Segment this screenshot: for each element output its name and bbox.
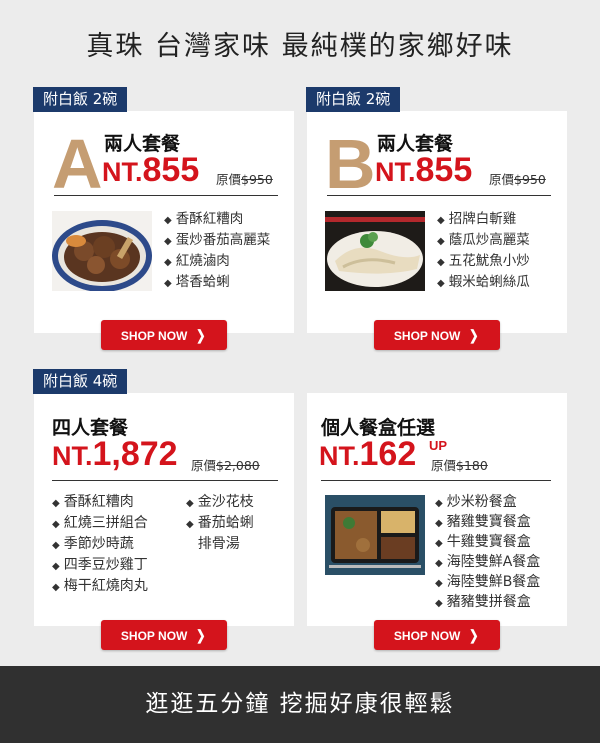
chevron-right-icon: ❯ xyxy=(196,627,206,643)
dish-photo-bento-box xyxy=(325,495,425,575)
divider xyxy=(52,480,278,481)
set-price: NT.162 xyxy=(319,435,416,474)
original-price-label: 原價 xyxy=(216,172,242,187)
chevron-right-icon: ❯ xyxy=(469,327,479,343)
button-label: SHOP NOW xyxy=(120,329,188,343)
price-value: 855 xyxy=(142,151,200,189)
original-price-value: $180 xyxy=(456,458,488,473)
set-price: NT.1,872 xyxy=(52,435,178,474)
shop-now-button-d[interactable]: SHOP NOW ❯ xyxy=(374,620,500,650)
menu-item: 蝦米蛤蜊絲瓜 xyxy=(437,272,530,293)
shop-now-button-a[interactable]: SHOP NOW ❯ xyxy=(101,320,227,350)
original-price-value: $950 xyxy=(514,172,546,187)
price-prefix: NT. xyxy=(52,441,93,471)
menu-item: 豬雞雙寶餐盒 xyxy=(435,512,540,532)
shop-now-button-c[interactable]: SHOP NOW ❯ xyxy=(101,620,227,650)
menu-item: 海陸雙鮮B餐盒 xyxy=(435,572,541,592)
divider xyxy=(54,195,278,196)
chevron-right-icon: ❯ xyxy=(196,327,206,343)
page-title: 真珠 台灣家味 最純樸的家鄉好味 xyxy=(86,31,514,62)
set-card-a: 附白飯 2碗 A 兩人套餐 NT.855 原價$950 香酥紅糟肉 蛋炒番茄高麗… xyxy=(33,87,294,333)
button-label: SHOP NOW xyxy=(393,629,461,643)
price-up-label: UP xyxy=(429,438,448,453)
original-price-label: 原價 xyxy=(431,458,457,473)
menu-item: 金沙花枝 xyxy=(186,492,254,513)
menu-item: 香酥紅糟肉 xyxy=(52,492,148,513)
rice-tag: 附白飯 4碗 xyxy=(33,369,128,394)
menu-item: 紅燒滷肉 xyxy=(164,251,270,272)
original-price: 原價$180 xyxy=(431,455,488,474)
original-price-value: $950 xyxy=(241,172,273,187)
set-card-b: 附白飯 2碗 B 兩人套餐 NT.855 原價$950 招牌白斬雞 蔭瓜炒高麗菜… xyxy=(306,87,567,333)
price-prefix: NT. xyxy=(375,157,416,187)
button-label: SHOP NOW xyxy=(393,329,461,343)
set-price: NT.855 xyxy=(375,151,472,190)
price-value: 855 xyxy=(415,151,473,189)
original-price: 原價$950 xyxy=(216,169,273,188)
set-price: NT.855 xyxy=(102,151,199,190)
chevron-right-icon: ❯ xyxy=(469,627,479,643)
dish-photo-braised-pork xyxy=(52,211,152,291)
original-price: 原價$2,080 xyxy=(191,455,260,474)
rice-tag: 附白飯 2碗 xyxy=(306,87,401,112)
menu-item: 塔香蛤蜊 xyxy=(164,272,270,293)
original-price-label: 原價 xyxy=(489,172,515,187)
set-letter: B xyxy=(325,125,376,203)
menu-item: 蔭瓜炒高麗菜 xyxy=(437,230,530,251)
menu-item: 牛雞雙寶餐盒 xyxy=(435,532,540,552)
set-letter: A xyxy=(52,125,103,203)
menu-item: 季節炒時蔬 xyxy=(52,534,148,555)
menu-item-continued: 排骨湯 xyxy=(197,536,240,552)
price-value: 162 xyxy=(359,435,417,473)
button-label: SHOP NOW xyxy=(120,629,188,643)
price-prefix: NT. xyxy=(319,441,360,471)
menu-item: 招牌白斬雞 xyxy=(437,209,530,230)
footer-banner[interactable]: 逛逛五分鐘 挖掘好康很輕鬆 xyxy=(0,666,600,743)
menu-item: 蛋炒番茄高麗菜 xyxy=(164,230,271,251)
menu-item: 海陸雙鮮A餐盒 xyxy=(435,552,541,572)
menu-item: 番茄蛤蜊 xyxy=(186,513,254,534)
price-value: 1,872 xyxy=(92,435,178,473)
set-card-c: 附白飯 4碗 四人套餐 NT.1,872 原價$2,080 香酥紅糟肉 紅燒三拼… xyxy=(33,369,294,626)
menu-item: 五花魷魚小炒 xyxy=(437,251,530,272)
menu-list-right: 金沙花枝 番茄蛤蜊 排骨湯 xyxy=(186,492,254,555)
original-price: 原價$950 xyxy=(489,169,546,188)
menu-item: 香酥紅糟肉 xyxy=(164,209,270,230)
divider xyxy=(327,195,551,196)
menu-item: 豬豬雙拼餐盒 xyxy=(435,592,540,612)
menu-list: 炒米粉餐盒 豬雞雙寶餐盒 牛雞雙寶餐盒 海陸雙鮮A餐盒 海陸雙鮮B餐盒 豬豬雙拼… xyxy=(435,492,541,612)
set-card-d: 個人餐盒任選 NT.162 UP 原價$180 炒米粉餐盒 豬雞雙寶餐盒 牛雞雙… xyxy=(307,393,567,626)
original-price-value: $2,080 xyxy=(216,458,260,473)
menu-list-left: 香酥紅糟肉 紅燒三拼組合 季節炒時蔬 四季豆炒雞丁 梅干紅燒肉丸 xyxy=(52,492,148,597)
menu-item: 梅干紅燒肉丸 xyxy=(52,576,148,597)
rice-tag: 附白飯 2碗 xyxy=(33,87,128,112)
shop-now-button-b[interactable]: SHOP NOW ❯ xyxy=(374,320,500,350)
menu-item: 炒米粉餐盒 xyxy=(435,492,540,512)
menu-item: 四季豆炒雞丁 xyxy=(52,555,148,576)
price-prefix: NT. xyxy=(102,157,143,187)
menu-list: 香酥紅糟肉 蛋炒番茄高麗菜 紅燒滷肉 塔香蛤蜊 xyxy=(164,209,271,293)
divider xyxy=(321,480,551,481)
menu-item: 紅燒三拼組合 xyxy=(52,513,148,534)
menu-list: 招牌白斬雞 蔭瓜炒高麗菜 五花魷魚小炒 蝦米蛤蜊絲瓜 xyxy=(437,209,530,293)
original-price-label: 原價 xyxy=(191,458,217,473)
dish-photo-white-chicken xyxy=(325,211,425,291)
